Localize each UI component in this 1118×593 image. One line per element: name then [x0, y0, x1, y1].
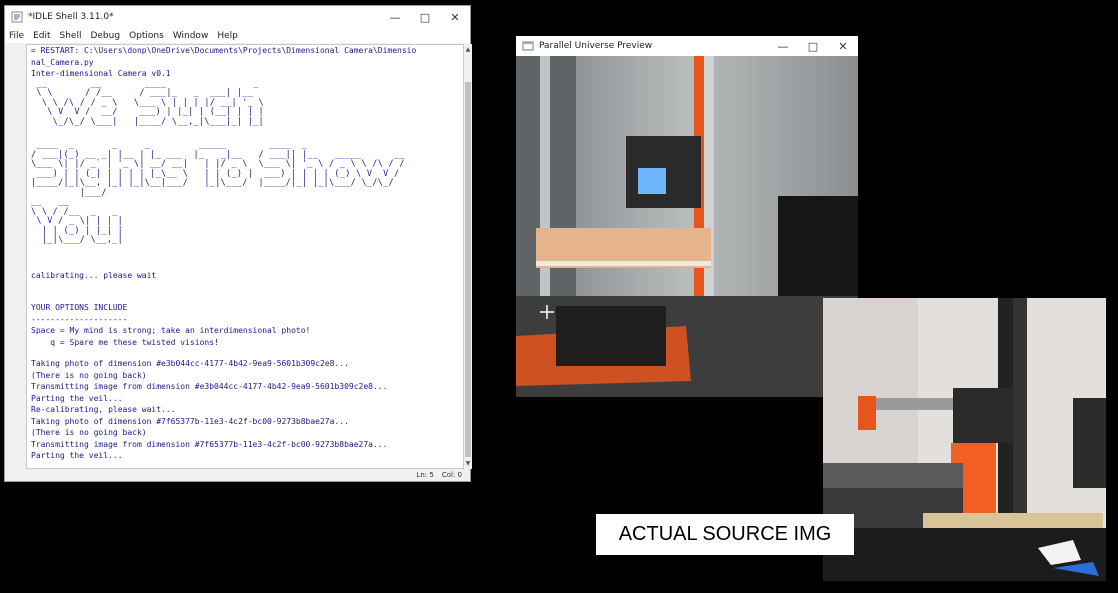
log-line: Parting the veil...	[31, 393, 123, 403]
ascii-banner-3: __ __ \ \ / /__ _ _ \ V / _ \| | | | | |…	[31, 197, 124, 245]
line-number: Ln: 5	[416, 470, 434, 479]
source-image	[823, 298, 1106, 581]
log-line: Taking photo of dimension #e3b044cc-4177…	[31, 359, 349, 368]
scroll-up-icon[interactable]: ▲	[464, 46, 472, 53]
log-line: Re-calibrating, please wait...	[31, 405, 176, 414]
menu-edit[interactable]: Edit	[33, 31, 50, 41]
minimize-icon[interactable]: —	[768, 35, 798, 57]
idle-titlebar[interactable]: *IDLE Shell 3.11.0* — □ ✕	[5, 6, 470, 28]
calibrating-line: calibrating... please wait	[31, 270, 157, 280]
window-title: *IDLE Shell 3.11.0*	[28, 12, 114, 22]
line-gutter	[5, 44, 26, 469]
log-line: Transmitting image from dimension #e3b04…	[31, 382, 388, 391]
scroll-thumb[interactable]	[465, 82, 471, 457]
restart-line: = RESTART: C:\Users\donp\OneDrive\Docume…	[31, 46, 417, 55]
ascii-banner-1: __ __ ____ _ \ \ / /__ / ___|_ _ ___| |_…	[36, 78, 264, 127]
space-option: Space = My mind is strong; take an inter…	[31, 326, 311, 335]
preview-image	[516, 56, 858, 397]
menu-bar: File Edit Shell Debug Options Window Hel…	[5, 28, 470, 43]
status-bar: Ln: 5 Col: 0	[5, 468, 470, 481]
maximize-icon[interactable]: □	[410, 6, 440, 28]
log-line: Parting the veil...	[31, 451, 123, 460]
app-icon	[522, 41, 534, 51]
preview-title: Parallel Universe Preview	[539, 41, 653, 51]
log-line: Taking photo of dimension #7f65377b-11e3…	[31, 416, 349, 426]
options-rule: --------------------	[31, 314, 128, 324]
menu-shell[interactable]: Shell	[60, 31, 82, 41]
preview-titlebar[interactable]: Parallel Universe Preview — □ ✕	[516, 36, 858, 56]
preview-window: Parallel Universe Preview — □ ✕	[516, 36, 858, 397]
printer-photo-processed	[516, 56, 858, 397]
menu-file[interactable]: File	[9, 31, 24, 41]
ascii-banner-2: ____ _ _ _ _____ ____ _ / ___|(_) __ _| …	[31, 140, 405, 198]
shell-output[interactable]: = RESTART: C:\Users\donp\OneDrive\Docume…	[26, 44, 464, 469]
version-line: Inter-dimensional Camera v0.1	[31, 69, 171, 78]
log-line: Transmitting image from dimension #7f653…	[31, 439, 388, 449]
scroll-down-icon[interactable]: ▼	[464, 460, 472, 467]
options-header: YOUR OPTIONS INCLUDE	[31, 303, 128, 312]
quit-option: q = Spare me these twisted visions!	[31, 337, 219, 347]
printer-photo-original	[823, 298, 1106, 581]
log-line: (There is no going back)	[31, 370, 147, 380]
menu-debug[interactable]: Debug	[90, 31, 120, 41]
idle-shell-window: *IDLE Shell 3.11.0* — □ ✕ File Edit Shel…	[4, 5, 472, 482]
minimize-icon[interactable]: —	[380, 6, 410, 28]
close-icon[interactable]: ✕	[828, 35, 858, 57]
restart-line-cont: nal_Camera.py	[31, 57, 94, 67]
source-label: ACTUAL SOURCE IMG	[596, 514, 854, 555]
maximize-icon[interactable]: □	[798, 35, 828, 57]
python-icon	[11, 11, 23, 23]
menu-help[interactable]: Help	[217, 31, 238, 41]
menu-window[interactable]: Window	[173, 31, 209, 41]
menu-options[interactable]: Options	[129, 31, 164, 41]
vertical-scrollbar[interactable]: ▲ ▼	[464, 44, 472, 469]
log-line: (There is no going back)	[31, 428, 147, 437]
column-number: Col: 0	[441, 470, 462, 479]
close-icon[interactable]: ✕	[440, 6, 470, 28]
